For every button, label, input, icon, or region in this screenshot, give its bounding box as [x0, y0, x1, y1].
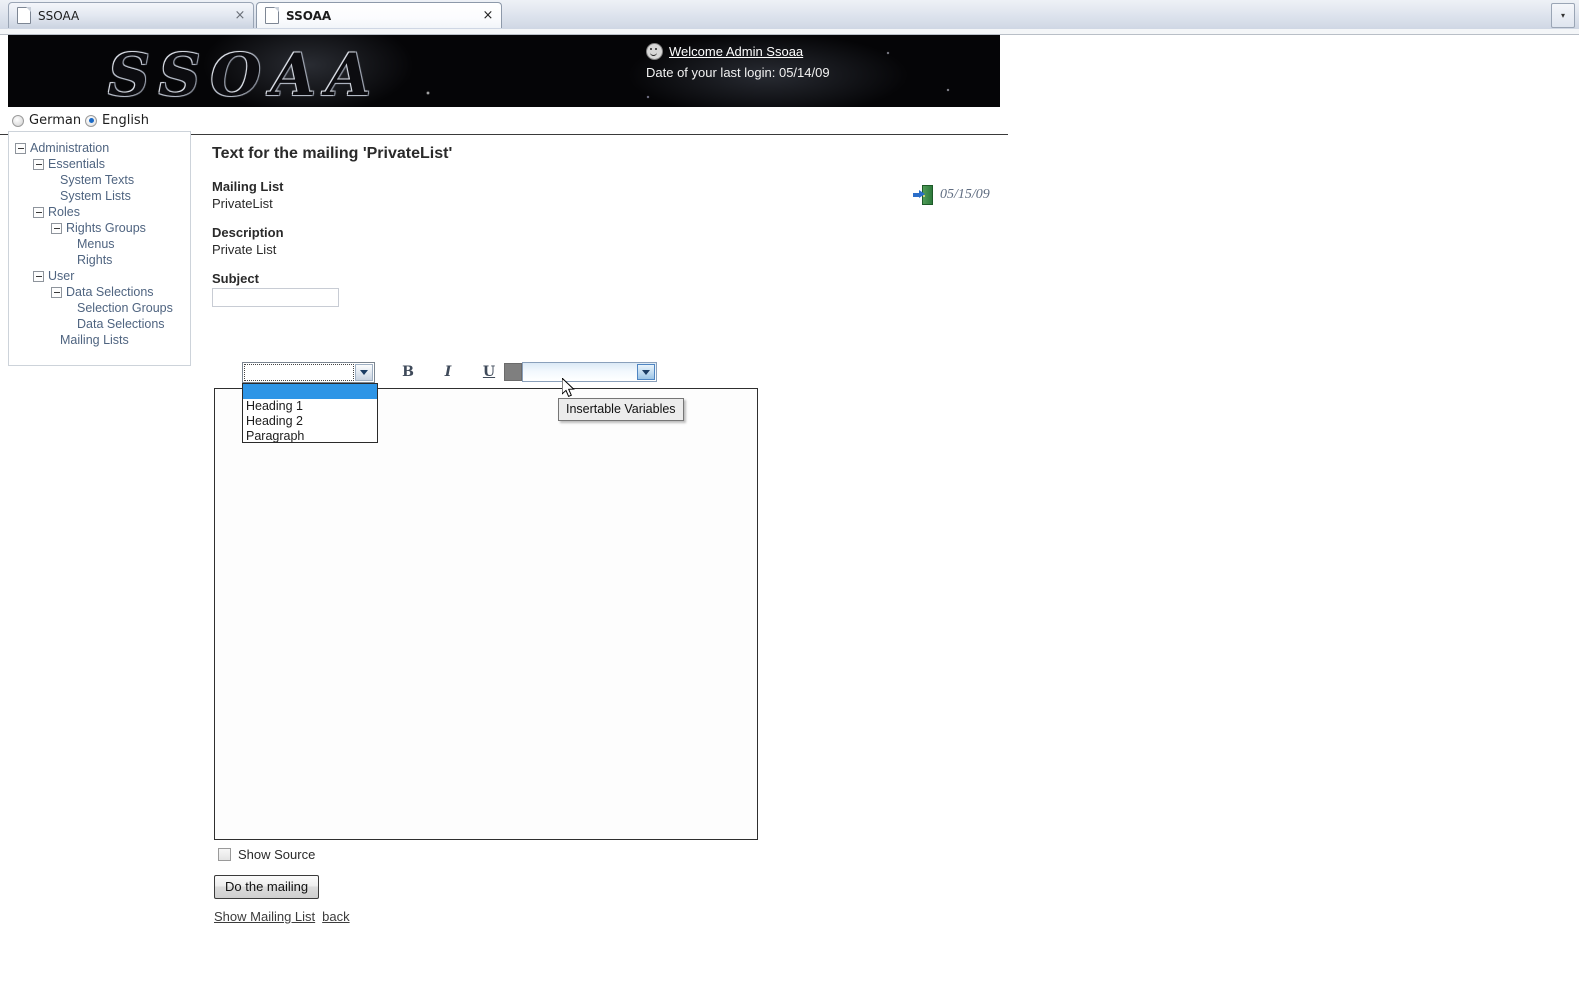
sidebar-item-system-lists[interactable]: System Lists [9, 188, 190, 204]
editor-content-area[interactable] [214, 388, 758, 840]
browser-tab-2[interactable]: SSOAA × [256, 2, 502, 28]
language-option-english[interactable]: English [85, 113, 149, 128]
sidebar-item-label: Mailing Lists [60, 333, 129, 347]
format-option-paragraph[interactable]: Paragraph [243, 429, 377, 442]
application-root: SSOAA × SSOAA × ▾ SSOAA Welcome Admin Ss… [0, 0, 1579, 988]
document-icon [265, 7, 279, 24]
radio-english[interactable] [85, 114, 97, 127]
sidebar-item-selection-groups[interactable]: Selection Groups [9, 300, 190, 316]
show-source-checkbox[interactable] [218, 848, 231, 861]
browser-tab-bar: SSOAA × SSOAA × ▾ [0, 0, 1579, 30]
sidebar-item-menus[interactable]: Menus [9, 236, 190, 252]
show-source-label: Show Source [238, 847, 316, 862]
close-icon[interactable]: × [481, 9, 495, 22]
show-mailing-list-link[interactable]: Show Mailing List [214, 909, 315, 924]
language-option-german[interactable]: German [12, 113, 81, 128]
collapse-icon[interactable] [33, 270, 44, 282]
collapse-icon[interactable] [51, 222, 62, 234]
sidebar-item-rights-groups[interactable]: Rights Groups [9, 220, 190, 236]
editor-toolbar: B I U [214, 360, 758, 385]
radio-german[interactable] [12, 114, 24, 127]
logout-door-icon[interactable] [913, 184, 935, 206]
text-color-swatch[interactable] [504, 363, 522, 381]
sidebar-item-administration[interactable]: Administration [9, 140, 190, 156]
format-select-value [244, 364, 354, 381]
sidebar-item-label: Roles [48, 205, 80, 219]
mailing-list-value: PrivateList [212, 196, 273, 211]
format-select-dropdown[interactable]: Heading 1 Heading 2 Paragraph [242, 383, 378, 443]
underline-button[interactable]: U [479, 362, 499, 382]
sidebar-item-data-selections[interactable]: Data Selections [9, 316, 190, 332]
description-label: Description [212, 225, 284, 240]
browser-tab-1[interactable]: SSOAA × [8, 2, 254, 28]
page-title: Text for the mailing 'PrivateList' [212, 145, 453, 162]
sidebar-item-label: Data Selections [66, 285, 154, 299]
insertable-variables-select[interactable] [522, 362, 657, 382]
insertable-variables-tooltip: Insertable Variables [558, 398, 684, 421]
sidebar-item-data-selections-group[interactable]: Data Selections [9, 284, 190, 300]
format-option-heading-1[interactable]: Heading 1 [243, 399, 377, 414]
browser-tab-2-title: SSOAA [286, 8, 332, 23]
welcome-block: Welcome Admin Ssoaa [646, 43, 803, 60]
sidebar-item-label: User [48, 269, 75, 283]
sidebar-item-roles[interactable]: Roles [9, 204, 190, 220]
language-german-label: German [29, 113, 82, 128]
sidebar-item-label: Menus [77, 237, 115, 251]
rich-text-editor: B I U Heading 1 Heading 2 Paragraph Inse… [214, 360, 758, 840]
sidebar-item-label: Administration [30, 141, 110, 155]
sidebar-item-system-texts[interactable]: System Texts [9, 172, 190, 188]
collapse-icon[interactable] [51, 286, 62, 298]
sidebar-item-label: Rights Groups [66, 221, 146, 235]
show-source-row[interactable]: Show Source [218, 847, 315, 862]
sidebar-item-label: System Lists [60, 189, 131, 203]
page-content: SSOAA Welcome Admin Ssoaa Date of your l… [0, 35, 1579, 988]
bold-button[interactable]: B [398, 362, 418, 382]
sidebar-item-mailing-lists[interactable]: Mailing Lists [9, 332, 190, 348]
main-content: Text for the mailing 'PrivateList' Maili… [212, 145, 452, 307]
logout-block[interactable]: 05/15/09 [913, 184, 990, 206]
chevron-down-icon[interactable] [355, 364, 373, 381]
format-option-heading-2[interactable]: Heading 2 [243, 414, 377, 429]
footer-links: Show Mailing List back [214, 909, 350, 924]
browser-tab-1-title: SSOAA [38, 8, 80, 23]
insertable-variables-value [523, 363, 637, 381]
language-english-label: English [102, 113, 149, 128]
collapse-icon[interactable] [33, 206, 44, 218]
back-link[interactable]: back [322, 909, 349, 924]
sidebar-item-rights[interactable]: Rights [9, 252, 190, 268]
sidebar-item-label: Data Selections [77, 317, 165, 331]
chevron-down-icon[interactable] [637, 364, 655, 380]
sidebar-item-label: System Texts [60, 173, 135, 187]
sidebar-item-label: Rights [77, 253, 113, 267]
mailing-list-label: Mailing List [212, 179, 284, 194]
smiley-icon [646, 43, 663, 60]
tab-list-button[interactable]: ▾ [1551, 3, 1575, 28]
sidebar-item-user[interactable]: User [9, 268, 190, 284]
site-banner: SSOAA Welcome Admin Ssoaa Date of your l… [8, 35, 1000, 107]
italic-button[interactable]: I [438, 362, 458, 382]
subject-label: Subject [212, 271, 259, 286]
collapse-icon[interactable] [15, 142, 26, 154]
site-logo: SSOAA [108, 41, 382, 107]
language-bar: German English 05/15/09 [0, 107, 1579, 205]
document-icon [17, 7, 31, 24]
current-date: 05/15/09 [940, 187, 990, 202]
subject-input[interactable] [212, 288, 339, 307]
sidebar-item-label: Selection Groups [77, 301, 173, 315]
last-login-text: Date of your last login: 05/14/09 [646, 65, 830, 80]
sidebar-item-essentials[interactable]: Essentials [9, 156, 190, 172]
format-option-blank[interactable] [243, 384, 377, 399]
do-the-mailing-button[interactable]: Do the mailing [214, 875, 320, 899]
sidebar-item-label: Essentials [48, 157, 105, 171]
welcome-user-link[interactable]: Welcome Admin Ssoaa [669, 44, 803, 59]
format-select[interactable] [242, 362, 375, 383]
description-value: Private List [212, 242, 277, 257]
mouse-cursor [561, 376, 576, 403]
close-icon[interactable]: × [233, 9, 247, 22]
sidebar-navigation-tree: Administration Essentials System Texts S… [8, 131, 191, 366]
collapse-icon[interactable] [33, 158, 44, 170]
